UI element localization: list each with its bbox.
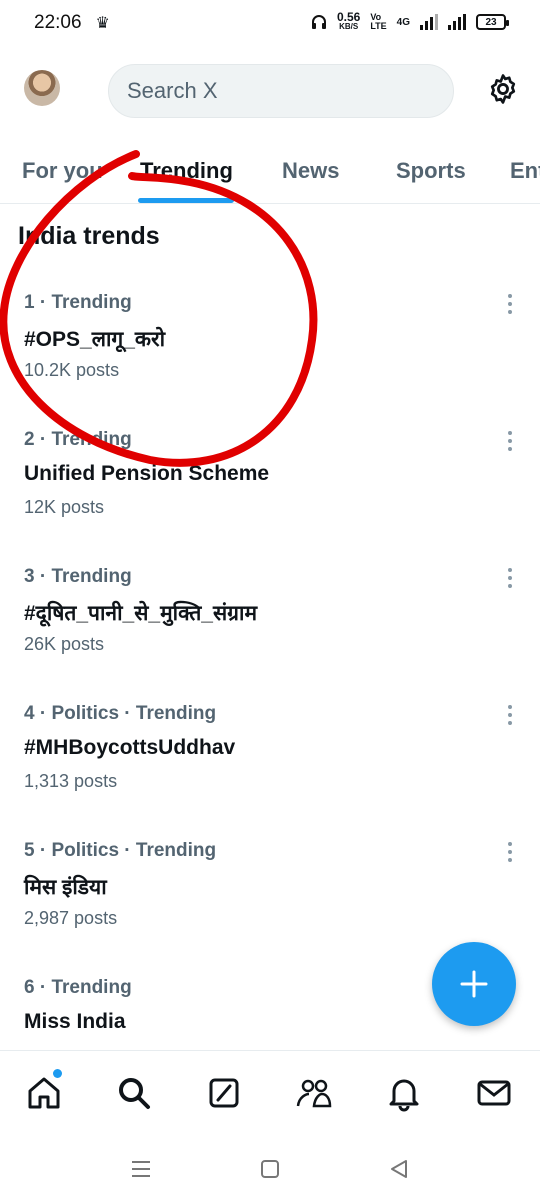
- bottom-nav: [0, 1050, 540, 1130]
- trend-name: मिस इंडिया: [24, 876, 107, 899]
- status-bar: 22:06 ♛ 0.56 KB/S Vo LTE 4G 23: [0, 0, 540, 46]
- back-icon[interactable]: [386, 1156, 412, 1182]
- bell-icon[interactable]: [384, 1073, 424, 1113]
- more-options-icon[interactable]: [500, 429, 520, 453]
- plus-icon: [460, 970, 488, 998]
- battery-level: 23: [485, 16, 497, 28]
- battery-icon: 23: [476, 14, 509, 30]
- trend-item[interactable]: 4 · Politics · Trending #MHBoycottsUddha…: [0, 703, 540, 840]
- trend-name: #MHBoycottsUddhav: [24, 736, 236, 759]
- trend-item[interactable]: 3 · Trending #दूषित_पानी_से_मुक्ति_संग्र…: [0, 566, 540, 703]
- network-speed-value: 0.56: [336, 10, 361, 24]
- communities-icon[interactable]: [294, 1073, 334, 1113]
- trend-item[interactable]: 2 · Trending Unified Pension Scheme 12K …: [0, 429, 540, 566]
- tab-trending[interactable]: Trending: [140, 158, 233, 184]
- trend-name: #OPS_लागू_करो: [24, 328, 166, 351]
- headphones-icon: [311, 15, 326, 29]
- tab-for-you[interactable]: For you: [22, 158, 103, 184]
- crown-icon: ♛: [95, 15, 110, 32]
- search-icon[interactable]: [114, 1073, 154, 1113]
- trend-item[interactable]: 1 · Trending #OPS_लागू_करो 10.2K posts: [0, 292, 540, 429]
- search-placeholder: Search X: [127, 78, 218, 103]
- trend-meta: 6 · Trending: [24, 977, 132, 998]
- signal-icon: [420, 14, 438, 30]
- recent-apps-icon[interactable]: [128, 1156, 154, 1182]
- gear-icon[interactable]: [486, 72, 520, 106]
- network-speed-unit: KB/S: [339, 22, 359, 31]
- active-tab-indicator: [138, 198, 234, 203]
- mail-icon[interactable]: [474, 1073, 514, 1113]
- trend-name: #दूषित_पानी_से_मुक्ति_संग्राम: [24, 602, 258, 625]
- avatar[interactable]: [24, 70, 60, 106]
- network-speed: 0.56 KB/S: [336, 10, 361, 32]
- search-input[interactable]: Search X: [108, 64, 454, 118]
- explore-tabs: For you Trending News Sports Ent: [0, 144, 540, 204]
- home-icon[interactable]: [24, 1073, 64, 1113]
- trend-meta: 2 · Trending: [24, 429, 132, 450]
- more-options-icon[interactable]: [500, 566, 520, 590]
- trend-meta: 4 · Politics · Trending: [24, 703, 217, 724]
- trend-post-count: 26K posts: [24, 634, 105, 654]
- tab-sports[interactable]: Sports: [396, 158, 466, 184]
- status-time: 22:06: [34, 12, 82, 33]
- trend-meta: 1 · Trending: [24, 292, 132, 313]
- trend-post-count: 10.2K posts: [24, 360, 120, 380]
- trend-post-count: 1,313 posts: [24, 771, 118, 791]
- trend-post-count: 12K posts: [24, 497, 105, 517]
- signal-icon-2: [448, 14, 466, 30]
- trend-name: Miss India: [24, 1010, 126, 1033]
- grok-icon[interactable]: [204, 1073, 244, 1113]
- trend-post-count: 2,987 posts: [24, 908, 118, 928]
- home-notification-dot: [53, 1069, 62, 1078]
- more-options-icon[interactable]: [500, 292, 520, 316]
- trend-name: Unified Pension Scheme: [24, 462, 270, 485]
- tab-news[interactable]: News: [282, 158, 339, 184]
- compose-post-button[interactable]: [432, 942, 516, 1026]
- home-button-icon[interactable]: [257, 1156, 283, 1182]
- status-indicators: 0.56 KB/S Vo LTE 4G 23: [311, 10, 509, 32]
- network-type: 4G: [396, 16, 410, 28]
- trend-meta: 3 · Trending: [24, 566, 132, 587]
- section-title: India trends: [18, 222, 160, 250]
- system-nav-bar: [0, 1136, 540, 1200]
- volte-icon: Vo LTE: [370, 12, 387, 31]
- more-options-icon[interactable]: [500, 703, 520, 727]
- top-bar: Search X: [0, 60, 540, 122]
- more-options-icon[interactable]: [500, 840, 520, 864]
- tab-entertainment[interactable]: Ent: [510, 158, 540, 184]
- trend-meta: 5 · Politics · Trending: [24, 840, 217, 861]
